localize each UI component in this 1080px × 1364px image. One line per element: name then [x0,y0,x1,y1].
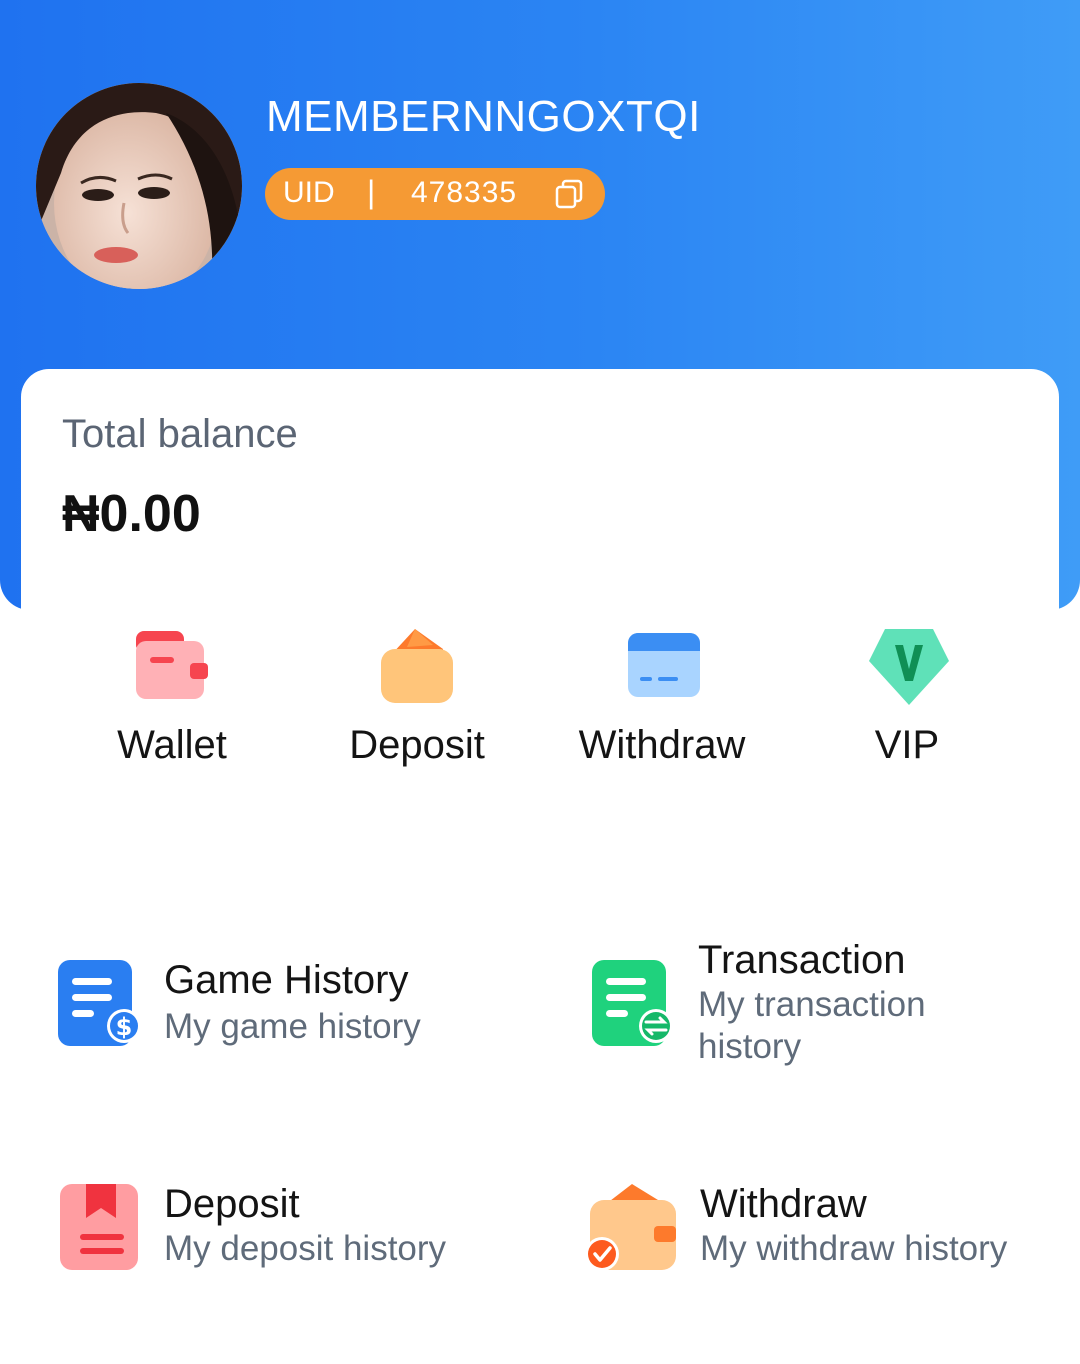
deposit-history-item[interactable]: Deposit My deposit history [56,1182,536,1282]
withdraw-history-title: Withdraw [700,1182,867,1226]
game-history-subtitle: My game history [164,1007,421,1046]
account-page: MEMBERNNGOXTQI UID | 478335 Total balanc… [0,0,1080,1364]
deposit-icon [377,625,461,709]
deposit-history-subtitle: My deposit history [164,1229,447,1268]
wallet-icon [132,625,216,709]
deposit-history-icon [56,1182,144,1274]
wallet-label: Wallet [117,723,227,767]
deposit-button[interactable]: Deposit [297,625,537,785]
withdraw-card-icon [622,625,706,709]
username: MEMBERNNGOXTQI [266,92,701,141]
copy-icon[interactable] [553,178,585,210]
transaction-history-subtitle: My transaction history [698,985,926,1066]
game-history-item[interactable]: $ Game History My game history [56,958,536,1058]
transaction-history-item[interactable]: Transaction My transaction history [590,938,1050,1078]
uid-label: UID [283,176,335,209]
deposit-history-title: Deposit [164,1182,300,1226]
balance-label: Total balance [62,412,298,456]
withdraw-history-item[interactable]: Withdraw My withdraw history [584,1182,1054,1282]
vip-label: VIP [874,723,940,767]
withdraw-button[interactable]: Withdraw [542,625,782,785]
game-history-icon: $ [56,958,144,1050]
uid-value: 478335 [411,176,518,209]
uid-separator: | [367,174,376,210]
deposit-label: Deposit [349,723,485,767]
withdraw-history-icon [584,1182,676,1274]
balance-value: ₦0.00 [62,485,201,543]
uid-badge: UID | 478335 [265,168,605,220]
vip-button[interactable]: VIP [787,625,1027,785]
game-history-title: Game History [164,958,409,1002]
svg-text:$: $ [116,1013,133,1041]
transaction-history-title: Transaction [698,938,906,982]
withdraw-label: Withdraw [578,723,746,767]
wallet-button[interactable]: Wallet [52,625,292,785]
transaction-history-icon [590,958,678,1050]
avatar[interactable] [36,83,242,289]
vip-badge-icon [867,625,951,709]
withdraw-history-subtitle: My withdraw history [700,1229,1008,1268]
avatar-image [36,83,242,289]
